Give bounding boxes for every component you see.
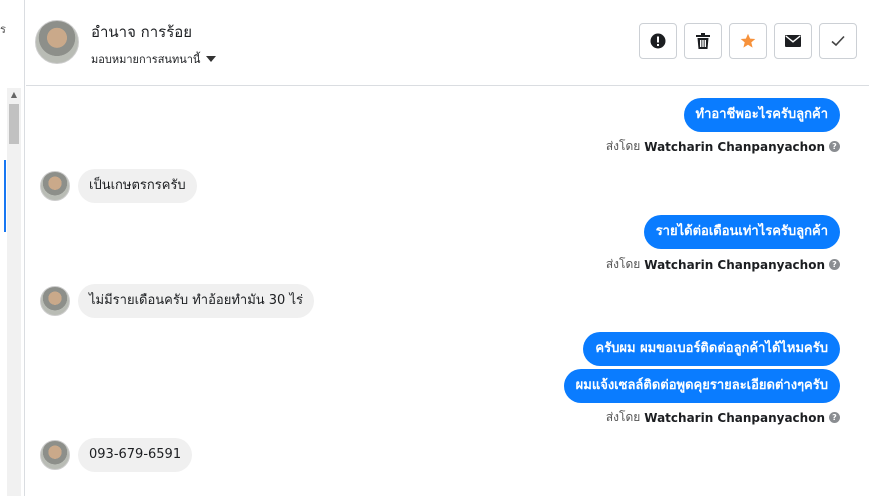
scrollbar-thumb[interactable] (9, 104, 19, 144)
header-actions (639, 23, 857, 59)
sent-by-label: ส่งโดย Watcharin Chanpanyachon ? (606, 255, 840, 274)
envelope-icon (785, 35, 801, 47)
help-icon[interactable]: ? (829, 141, 840, 152)
incoming-message-row: ไม่มีรายเดือนครับ ทำอ้อยทำมัน 30 ไร่ (40, 284, 314, 318)
conversation-header: อำนาจ การร้อย มอบหมายการสนทนานี้ (26, 0, 869, 86)
trash-icon (696, 33, 710, 49)
outgoing-message[interactable]: ผมแจ้งเซลล์ติดต่อพูดคุยรายละเอียดต่างๆคร… (563, 369, 840, 403)
done-button[interactable] (819, 23, 857, 59)
help-icon[interactable]: ? (829, 259, 840, 270)
sender-name: Watcharin Chanpanyachon (644, 410, 825, 425)
delete-button[interactable] (684, 23, 722, 59)
star-icon (740, 33, 756, 48)
check-icon (831, 35, 845, 47)
scroll-up-arrow-icon[interactable]: ▲ (7, 88, 21, 102)
incoming-message[interactable]: ไม่มีรายเดือนครับ ทำอ้อยทำมัน 30 ไร่ (78, 284, 314, 318)
sent-by-label: ส่งโดย Watcharin Chanpanyachon ? (606, 408, 840, 427)
outgoing-message[interactable]: ครับผม ผมขอเบอร์ติดต่อลูกค้าได้ไหมครับ (583, 332, 840, 366)
assign-conversation-dropdown[interactable]: มอบหมายการสนทนานี้ (91, 50, 217, 68)
incoming-message-row: 093-679-6591 (40, 438, 193, 472)
mark-unread-button[interactable] (774, 23, 812, 59)
caret-down-icon (206, 56, 217, 62)
exclamation-circle-icon (650, 33, 666, 49)
message-thread: ทำอาชีพอะไรครับลูกค้า ส่งโดย Watcharin C… (26, 87, 869, 496)
report-button[interactable] (639, 23, 677, 59)
incoming-message[interactable]: 093-679-6591 (78, 438, 193, 472)
scrollbar[interactable]: ▲ (7, 88, 21, 496)
selected-indicator (4, 160, 6, 232)
incoming-message[interactable]: เป็นเกษตรกรครับ (78, 169, 197, 203)
avatar[interactable] (35, 20, 79, 64)
incoming-message-row: เป็นเกษตรกรครับ (40, 169, 197, 203)
help-icon[interactable]: ? (829, 412, 840, 423)
contact-name[interactable]: อำนาจ การร้อย (91, 20, 192, 44)
star-button[interactable] (729, 23, 767, 59)
sender-name: Watcharin Chanpanyachon (644, 257, 825, 272)
sender-name: Watcharin Chanpanyachon (644, 139, 825, 154)
outgoing-message[interactable]: รายได้ต่อเดือนเท่าไรครับลูกค้า (643, 215, 840, 249)
sent-by-label: ส่งโดย Watcharin Chanpanyachon ? (606, 137, 840, 156)
avatar[interactable] (40, 286, 70, 316)
avatar[interactable] (40, 440, 70, 470)
list-fragment-text: ร (0, 23, 6, 36)
messenger-inbox: ร ▲ อำนาจ การร้อย มอบหมายการสนทนานี้ ทำอ… (0, 0, 869, 496)
assign-label: มอบหมายการสนทนานี้ (91, 53, 201, 66)
avatar[interactable] (40, 171, 70, 201)
outgoing-message[interactable]: ทำอาชีพอะไรครับลูกค้า (683, 98, 840, 132)
